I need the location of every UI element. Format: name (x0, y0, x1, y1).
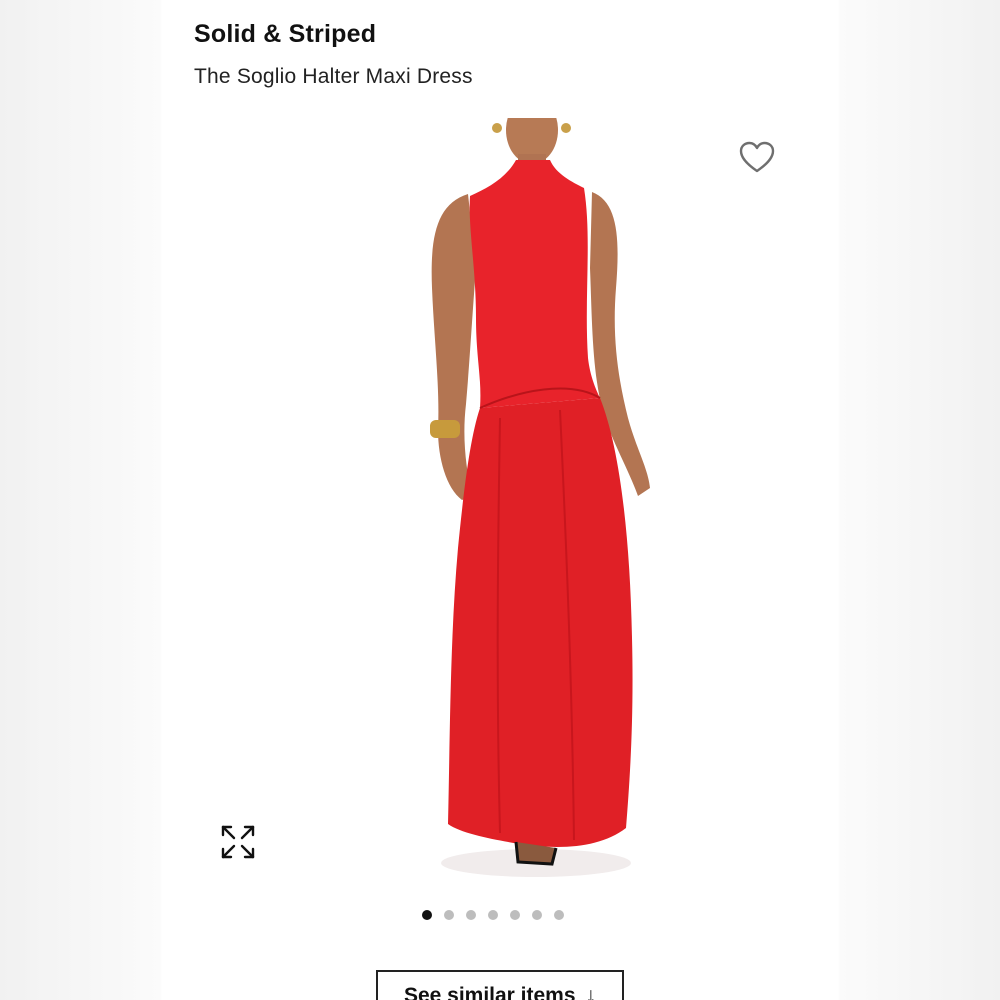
wishlist-button[interactable] (738, 140, 776, 176)
dress-bodice (469, 160, 600, 408)
heart-icon (739, 141, 775, 173)
carousel-dot-7[interactable] (554, 910, 564, 920)
carousel-dot-6[interactable] (532, 910, 542, 920)
bracelet (430, 420, 460, 438)
product-title: The Soglio Halter Maxi Dress (194, 65, 473, 88)
carousel-dot-4[interactable] (488, 910, 498, 920)
brand-name[interactable]: Solid & Striped (194, 20, 376, 49)
expand-image-button[interactable] (219, 823, 257, 861)
dress-skirt (448, 398, 633, 847)
carousel-indicators (422, 910, 564, 920)
carousel-dot-3[interactable] (466, 910, 476, 920)
see-similar-items-button[interactable]: See similar items ↓ (376, 970, 624, 1000)
carousel-dot-5[interactable] (510, 910, 520, 920)
expand-arrows-icon (221, 825, 255, 859)
earring-left (492, 123, 502, 133)
product-image[interactable] (200, 96, 810, 886)
see-similar-label: See similar items (403, 984, 576, 1000)
carousel-dot-2[interactable] (444, 910, 454, 920)
carousel-dot-1[interactable] (422, 910, 432, 920)
page: Solid & Striped The Soglio Halter Maxi D… (0, 0, 1000, 1000)
model-arm-left (431, 194, 476, 500)
arrow-down-icon: ↓ (585, 984, 597, 1000)
earring-right (561, 123, 571, 133)
model-photo (430, 96, 650, 877)
